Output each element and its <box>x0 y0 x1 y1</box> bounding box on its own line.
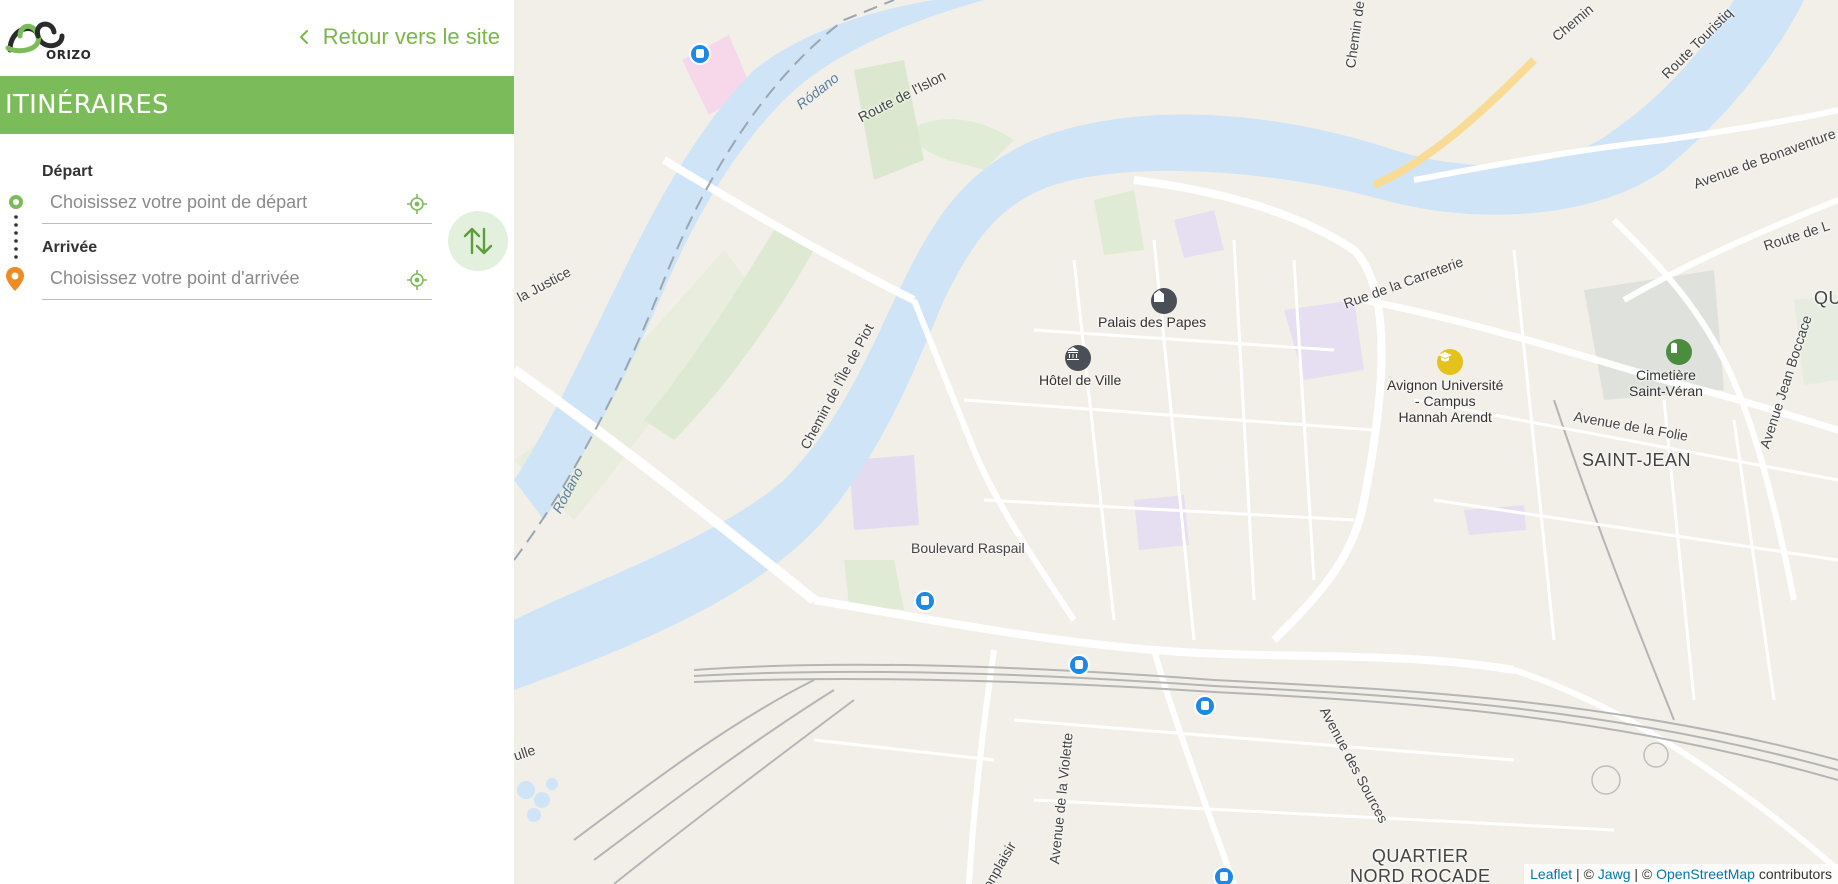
monument-icon <box>1067 347 1079 360</box>
bus-stop-icon <box>1075 660 1083 669</box>
bus-stop-marker[interactable] <box>1068 654 1090 676</box>
arrival-label: Arrivée <box>42 239 98 256</box>
university-marker[interactable] <box>1437 349 1463 375</box>
district-label-line2: NORD ROCADE <box>1350 866 1491 884</box>
district-label: QU <box>1814 288 1838 308</box>
departure-label: Départ <box>42 163 93 180</box>
cemetery-label-line1: Cimetière <box>1636 367 1696 383</box>
arrival-marker-icon <box>6 267 24 291</box>
district-label: QUARTIER NORD ROCADE <box>1350 846 1491 884</box>
map[interactable]: Palais des Papes Hôtel de Ville Avignon … <box>514 0 1838 884</box>
bus-stop-icon <box>1201 701 1209 710</box>
university-label-line2: - Campus <box>1414 393 1476 409</box>
back-to-site-link[interactable]: Retour vers le site <box>297 24 500 50</box>
bus-stop-icon <box>1220 872 1228 881</box>
cemetery-label-line2: Saint-Véran <box>1629 383 1703 399</box>
monument-icon <box>1154 290 1164 302</box>
bus-stop-marker[interactable] <box>689 43 711 65</box>
district-label-line1: QUARTIER <box>1371 846 1469 866</box>
back-link-label: Retour vers le site <box>322 24 500 49</box>
arrival-input[interactable] <box>42 259 390 297</box>
attribution-separator: | © <box>1630 866 1657 882</box>
cemetery-label: Cimetière Saint-Véran <box>1629 367 1703 399</box>
swap-icon <box>463 227 493 255</box>
locate-arrival-icon[interactable] <box>406 269 428 291</box>
hotel-de-ville-label: Hôtel de Ville <box>1039 372 1122 388</box>
page-title: ITINÉRAIRES <box>5 90 169 120</box>
back-chevron-icon <box>299 30 308 44</box>
road-label: Boulevard Raspail <box>911 540 1025 556</box>
district-label: SAINT-JEAN <box>1582 450 1692 470</box>
palais-des-papes-marker[interactable] <box>1151 288 1177 314</box>
bus-stop-icon <box>921 596 929 605</box>
map-tiles <box>514 0 1838 884</box>
bus-stop-icon <box>696 49 704 58</box>
map-attribution: Leaflet | © Jawg | © OpenStreetMap contr… <box>1524 864 1838 884</box>
route-dots <box>14 215 18 259</box>
hotel-de-ville-marker[interactable] <box>1065 345 1091 371</box>
locate-departure-icon[interactable] <box>406 193 428 215</box>
university-label-line1: Avignon Université <box>1387 377 1504 393</box>
cemetery-icon <box>1671 342 1677 353</box>
departure-marker-icon <box>9 195 23 209</box>
bus-stop-marker[interactable] <box>1213 866 1235 884</box>
palais-des-papes-label: Palais des Papes <box>1098 314 1207 330</box>
university-label-line3: Hannah Arendt <box>1398 409 1492 425</box>
leaflet-link[interactable]: Leaflet <box>1530 866 1572 882</box>
arrival-field <box>42 259 432 300</box>
university-icon <box>1438 352 1452 362</box>
departure-field <box>42 183 432 224</box>
swap-button[interactable] <box>448 211 508 271</box>
jawg-link[interactable]: Jawg <box>1598 866 1631 882</box>
openstreetmap-link[interactable]: OpenStreetMap <box>1656 866 1755 882</box>
logo-text: ORIZO <box>46 48 92 62</box>
sidebar: ORIZO Retour vers le site ITINÉRAIRES Dé… <box>0 0 514 884</box>
bus-stop-marker[interactable] <box>1194 695 1216 717</box>
departure-input[interactable] <box>42 183 390 221</box>
university-label: Avignon Université - Campus Hannah Arend… <box>1387 377 1503 425</box>
title-bar: ITINÉRAIRES <box>0 76 514 134</box>
cemetery-marker[interactable] <box>1666 339 1692 365</box>
bus-stop-marker[interactable] <box>914 590 936 612</box>
attribution-separator: | © <box>1572 866 1598 882</box>
attribution-suffix: contributors <box>1754 866 1832 882</box>
sidebar-header: ORIZO Retour vers le site <box>0 0 514 76</box>
